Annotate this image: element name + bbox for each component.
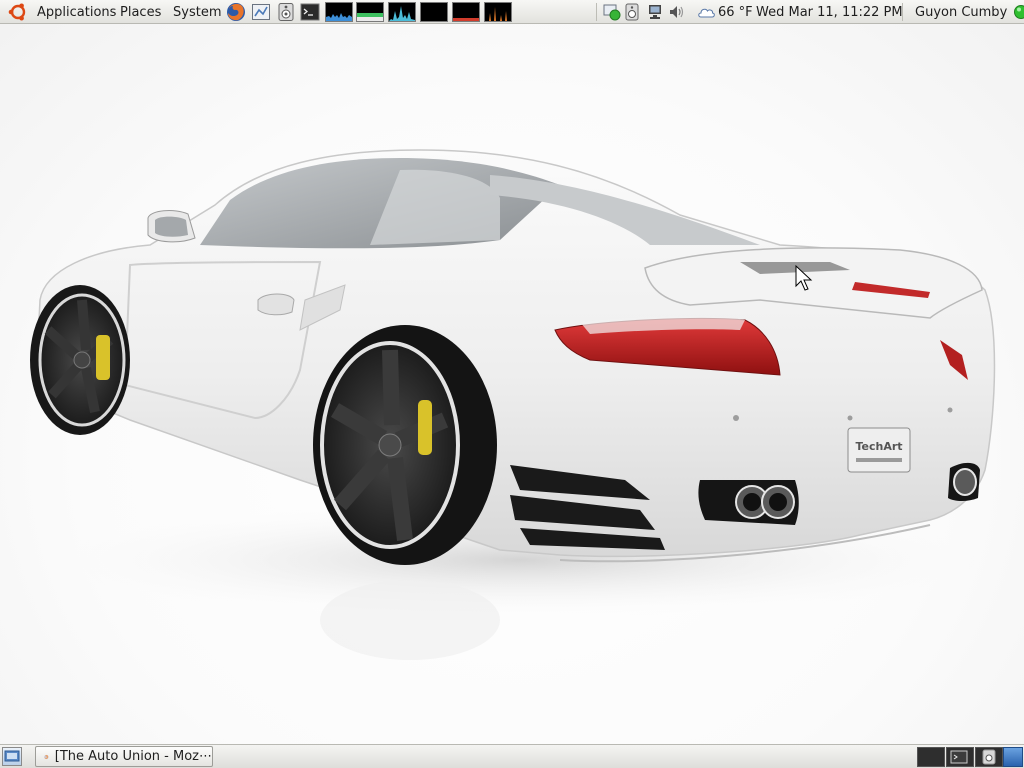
- network-status-icon[interactable]: [646, 3, 664, 21]
- taskbar-button-firefox[interactable]: [The Auto Union - Moz⋯: [35, 746, 213, 767]
- volume-icon[interactable]: [668, 3, 686, 21]
- clock[interactable]: Wed Mar 11, 11:22 PM: [756, 0, 903, 24]
- weather-applet[interactable]: 66 °F: [697, 0, 753, 24]
- taskbar-button-label: [The Auto Union - Moz⋯: [54, 749, 212, 764]
- swap-monitor[interactable]: [420, 2, 448, 22]
- firefox-icon[interactable]: [226, 2, 246, 22]
- workspace-1[interactable]: [917, 747, 945, 767]
- network-icon[interactable]: [251, 2, 271, 22]
- load-monitor[interactable]: [452, 2, 480, 22]
- speaker-app-icon[interactable]: [276, 2, 296, 22]
- weather-temperature: 66 °F: [718, 4, 753, 20]
- cloud-icon: [698, 8, 715, 18]
- user-name: Guyon Cumby: [915, 4, 1008, 20]
- terminal-icon[interactable]: [300, 2, 320, 22]
- panel-separator: [596, 3, 597, 21]
- memory-monitor[interactable]: [356, 2, 384, 22]
- update-notifier-icon[interactable]: [623, 3, 641, 21]
- bottom-panel: [The Auto Union - Moz⋯: [0, 744, 1024, 768]
- network-monitor[interactable]: [388, 2, 416, 22]
- rear-wheel: [313, 325, 497, 565]
- desktop-wallpaper: TechArt: [0, 24, 1024, 744]
- firefox-icon: [44, 754, 49, 759]
- ubuntu-logo-icon[interactable]: [6, 0, 30, 24]
- applications-menu[interactable]: Applications: [37, 0, 116, 24]
- front-wheel: [30, 285, 130, 435]
- license-plate-text: TechArt: [855, 440, 902, 453]
- disk-monitor[interactable]: [484, 2, 512, 22]
- places-menu[interactable]: Places: [120, 0, 161, 24]
- panel-separator: [902, 3, 903, 21]
- system-menu[interactable]: System: [173, 0, 221, 24]
- cpu-monitor[interactable]: [325, 2, 353, 22]
- porsche-car-image: TechArt: [20, 149, 1020, 660]
- user-switcher[interactable]: Guyon Cumby: [915, 0, 1024, 24]
- show-desktop-button[interactable]: [2, 747, 22, 766]
- top-panel: Applications Places System 66 °F Wed Mar…: [0, 0, 1024, 24]
- workspace-2[interactable]: [946, 747, 974, 767]
- workspace-3[interactable]: [975, 747, 1003, 767]
- user-status-icon: [1014, 5, 1024, 19]
- workspace-4[interactable]: [1003, 747, 1023, 767]
- network-manager-icon[interactable]: [603, 3, 621, 21]
